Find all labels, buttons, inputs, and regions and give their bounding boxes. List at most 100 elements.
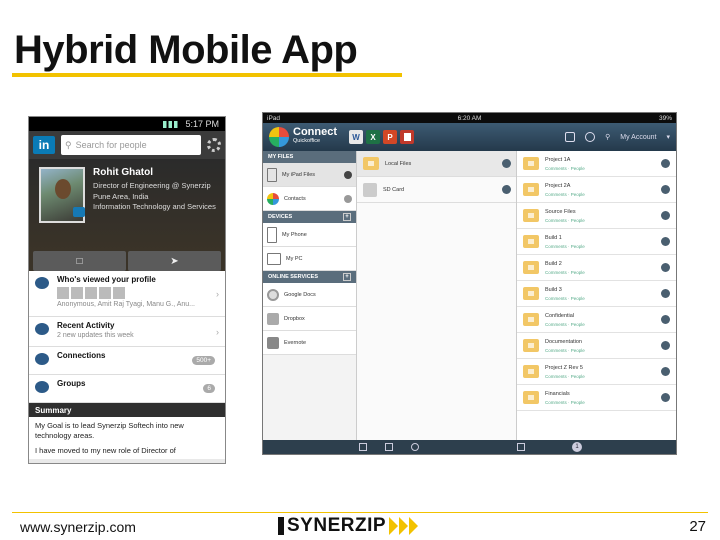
share-button[interactable]: ➤	[128, 251, 221, 271]
tablet-icon	[267, 167, 277, 182]
connect-ipad-screenshot: iPad 6:20 AM 39% Connect Quickoffice W X …	[262, 112, 677, 455]
comments-label: Comments	[545, 373, 567, 379]
chevron-right-icon	[502, 159, 511, 168]
document-icon[interactable]	[565, 132, 576, 142]
people-label: People	[570, 347, 585, 353]
search-placeholder: Search for people	[75, 140, 147, 150]
sidebar-item-google-docs[interactable]: Google Docs	[263, 283, 356, 307]
project-name: Project 1A	[545, 156, 571, 163]
list-item-local-files[interactable]: Local Files	[357, 151, 516, 177]
sidebar-item-label: Evernote	[284, 339, 307, 346]
excel-tile[interactable]: X	[366, 130, 380, 144]
connect-logo: Connect Quickoffice	[269, 127, 337, 147]
comments-label: Comments	[545, 165, 567, 171]
evernote-icon	[267, 336, 279, 349]
project-row[interactable]: Source Files Comments · People	[517, 203, 676, 229]
project-row[interactable]: Build 2 Comments · People	[517, 255, 676, 281]
chevron-down-icon: ▾	[666, 134, 670, 141]
list-item-label: Local Files	[385, 160, 412, 167]
list-item-sd-card[interactable]: SD Card	[357, 177, 516, 203]
chevron-right-icon	[661, 341, 670, 350]
sidebar-item-label: My PC	[286, 255, 303, 262]
account-menu[interactable]: My Account	[620, 134, 656, 141]
comments-label: Comments	[545, 347, 567, 353]
sidebar-item-evernote[interactable]: Evernote	[263, 331, 356, 355]
people-label: People	[570, 399, 585, 405]
linkedin-phone-screenshot: 5:17 PM in ⚲ Search for people Rohit Gha…	[28, 116, 226, 464]
row-subtitle: 2 new updates this week	[57, 332, 134, 339]
project-row[interactable]: Project Z Rev 5 Comments · People	[517, 359, 676, 385]
project-row[interactable]: Build 3 Comments · People	[517, 281, 676, 307]
slide-title: Hybrid Mobile App	[14, 28, 358, 72]
sidebar-item-dropbox[interactable]: Dropbox	[263, 307, 356, 331]
footer-url: www.synerzip.com	[20, 519, 136, 535]
camera-icon[interactable]	[73, 207, 85, 217]
groups-icon	[35, 381, 49, 393]
project-row[interactable]: Build 1 Comments · People	[517, 229, 676, 255]
section-label: DEVICES	[268, 214, 293, 220]
sort-icon[interactable]	[517, 443, 525, 451]
people-label: People	[570, 295, 585, 301]
device-name: iPad	[267, 114, 281, 122]
project-name: Documentation	[545, 338, 582, 345]
list-item-groups[interactable]: Groups 6	[29, 375, 225, 403]
project-name: Build 3	[545, 286, 562, 293]
row-subtitle: Anonymous, Amit Raj Tyagi, Manu G., Anu.…	[57, 301, 195, 308]
project-name: Source Files	[545, 208, 576, 215]
comments-label: Comments	[545, 217, 567, 223]
chevron-double-right-icon	[389, 517, 419, 535]
search-input[interactable]: ⚲ Search for people	[61, 135, 201, 155]
page-badge[interactable]: 1	[572, 442, 582, 452]
folder-icon	[523, 287, 539, 300]
people-label: People	[570, 217, 585, 223]
folder-icon	[523, 157, 539, 170]
people-label: People	[570, 165, 585, 171]
chevron-right-icon	[661, 367, 670, 376]
list-item-connections[interactable]: Connections 500+	[29, 347, 225, 375]
camera-icon[interactable]	[411, 443, 419, 451]
connect-toolbar: Connect Quickoffice W X P ⚲ My Account ▾	[263, 123, 676, 151]
folder-icon	[363, 157, 379, 170]
message-button[interactable]: □	[33, 251, 126, 271]
people-icon	[35, 353, 49, 365]
project-row[interactable]: Documentation Comments · People	[517, 333, 676, 359]
battery-level: 39%	[658, 114, 672, 122]
project-name: Build 2	[545, 260, 562, 267]
project-row[interactable]: Financials Comments · People	[517, 385, 676, 411]
project-row[interactable]: Project 2A Comments · People	[517, 177, 676, 203]
list-item-profile-views[interactable]: Who's viewed your profile Anonymous, Ami…	[29, 271, 225, 317]
project-row[interactable]: Project 1A Comments · People	[517, 151, 676, 177]
comments-label: Comments	[545, 399, 567, 405]
sidebar-item-my-phone[interactable]: My Phone	[263, 223, 356, 247]
add-service-button[interactable]: +	[343, 273, 351, 281]
toolbar-right: ⚲ My Account ▾	[565, 132, 670, 142]
pdf-tile[interactable]	[400, 130, 414, 144]
sidebar-item-label: Dropbox	[284, 315, 305, 322]
sidebar-item-contacts[interactable]: Contacts	[263, 187, 356, 211]
footer-divider	[12, 512, 708, 513]
row-title: Recent Activity	[57, 321, 115, 330]
powerpoint-tile[interactable]: P	[383, 130, 397, 144]
synerzip-logo: SYNERZIP	[278, 515, 419, 536]
edit-icon[interactable]	[385, 443, 393, 451]
sidebar-item-my-pc[interactable]: My PC	[263, 247, 356, 271]
add-device-button[interactable]: +	[343, 213, 351, 221]
comments-label: Comments	[545, 321, 567, 327]
search-icon[interactable]: ⚲	[605, 133, 610, 141]
linkedin-logo[interactable]: in	[33, 136, 55, 154]
chevron-right-icon	[661, 211, 670, 220]
ipad-status-bar: iPad 6:20 AM 39%	[263, 113, 676, 123]
gear-icon[interactable]	[207, 138, 221, 152]
word-tile[interactable]: W	[349, 130, 363, 144]
people-icon[interactable]	[585, 132, 596, 142]
new-document-icon[interactable]	[359, 443, 367, 451]
avatar[interactable]	[39, 167, 85, 223]
chevron-right-icon	[344, 194, 352, 203]
list-item-recent-activity[interactable]: Recent Activity 2 new updates this week …	[29, 317, 225, 347]
connect-globe-icon	[269, 127, 289, 147]
sidebar-item-ipad-files[interactable]: My iPad Files	[263, 163, 356, 187]
status-time: 5:17 PM	[185, 119, 219, 129]
section-label: ONLINE SERVICES	[268, 274, 319, 280]
project-row[interactable]: Confidential Comments · People	[517, 307, 676, 333]
people-label: People	[570, 191, 585, 197]
